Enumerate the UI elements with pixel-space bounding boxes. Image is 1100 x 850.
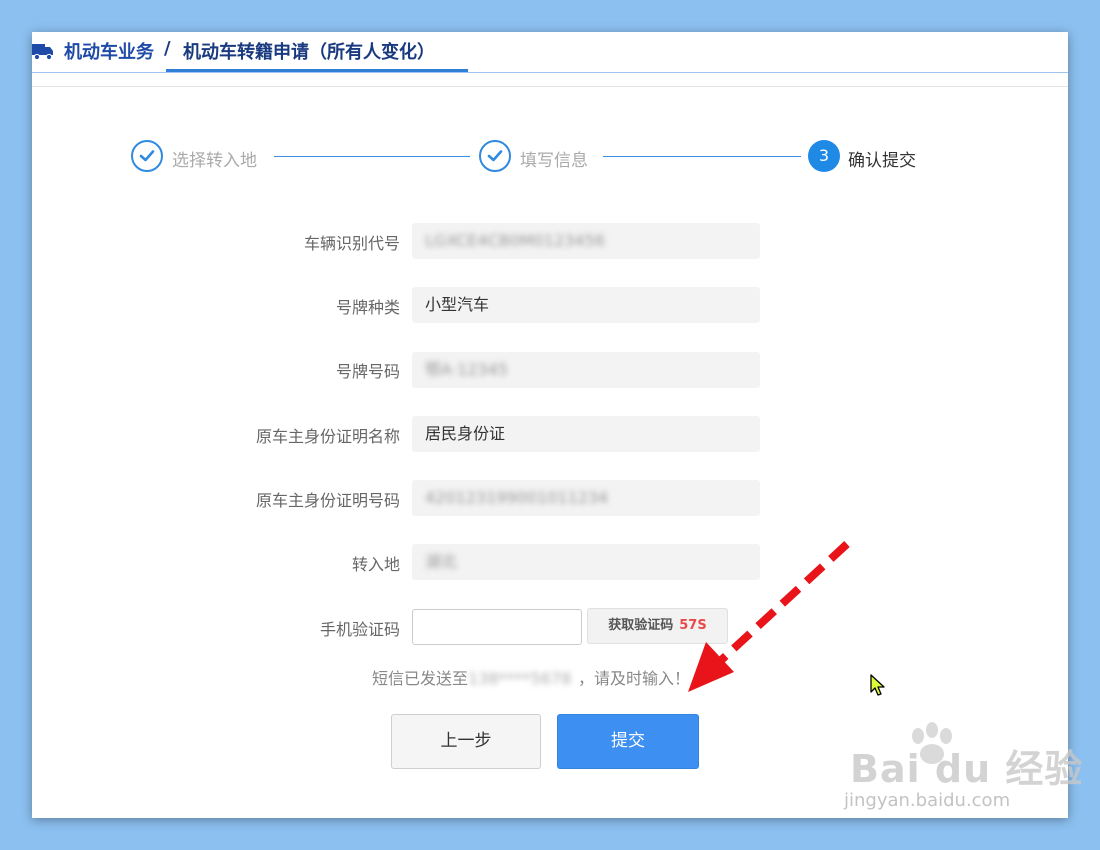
sms-code-input[interactable] <box>412 609 582 645</box>
prev-step-button[interactable]: 上一步 <box>391 714 541 769</box>
step-3-label: 确认提交 <box>848 151 916 171</box>
vin-label: 车辆识别代号 <box>303 234 400 253</box>
sms-tip: 短信已发送至138****5678 ，请及时输入！ <box>372 665 690 689</box>
plate-number-field: 鄂A·12345 <box>412 352 760 388</box>
main-panel: 机动车业务 / 机动车转籍申请（所有人变化） 选择转入地 填写信息 3 确认提交… <box>32 32 1082 818</box>
breadcrumb-separator: / <box>164 38 171 59</box>
watermark: Bai du 经验 jingyan.baidu.com <box>842 722 1082 812</box>
sms-tip-prefix: 短信已发送至 <box>372 669 469 688</box>
id-number-label: 原车主身份证明号码 <box>255 491 400 510</box>
id-type-value: 居民身份证 <box>425 424 506 443</box>
check-icon <box>487 150 503 162</box>
step-connector-2 <box>603 156 801 157</box>
step-1-label: 选择转入地 <box>172 151 257 171</box>
plate-type-label: 号牌种类 <box>335 298 400 317</box>
step-connector-1 <box>274 156 470 157</box>
step-3-number: 3 <box>808 140 840 172</box>
header-divider <box>32 72 1068 73</box>
plate-type-field: 小型汽车 <box>412 287 760 323</box>
vin-field: LGXCE4CB0M0123456 <box>412 223 760 259</box>
plate-number-value: 鄂A·12345 <box>425 360 508 379</box>
dashed-arrow-icon <box>688 541 850 692</box>
step-2-label: 填写信息 <box>520 151 588 171</box>
id-type-field: 居民身份证 <box>412 416 760 452</box>
page-title: 机动车转籍申请（所有人变化） <box>183 42 435 63</box>
sms-code-label: 手机验证码 <box>319 620 400 639</box>
plate-type-value: 小型汽车 <box>425 295 490 314</box>
id-type-label: 原车主身份证明名称 <box>255 427 400 446</box>
mouse-pointer-icon <box>870 674 885 696</box>
destination-label: 转入地 <box>351 555 400 574</box>
id-number-field: 420123199001011234 <box>412 480 760 516</box>
header: 机动车业务 / 机动车转籍申请（所有人变化） <box>32 32 1068 88</box>
watermark-brand: Bai du 经验 <box>850 747 1084 791</box>
vin-value: LGXCE4CB0M0123456 <box>425 231 605 250</box>
masked-phone: 138****5678 <box>468 669 572 688</box>
submit-button[interactable]: 提交 <box>557 714 699 769</box>
truck-icon <box>32 44 53 61</box>
destination-value: 湖北 <box>425 552 458 571</box>
header-divider-secondary <box>32 86 1068 87</box>
id-number-value: 420123199001011234 <box>425 488 609 507</box>
check-icon <box>139 150 155 162</box>
step-1-check-icon <box>131 140 163 172</box>
step-2-check-icon <box>479 140 511 172</box>
breadcrumb-section[interactable]: 机动车业务 <box>64 38 154 64</box>
plate-number-label: 号牌号码 <box>335 362 400 381</box>
get-code-label: 获取验证码 <box>608 618 674 633</box>
watermark-url: jingyan.baidu.com <box>844 790 1011 811</box>
